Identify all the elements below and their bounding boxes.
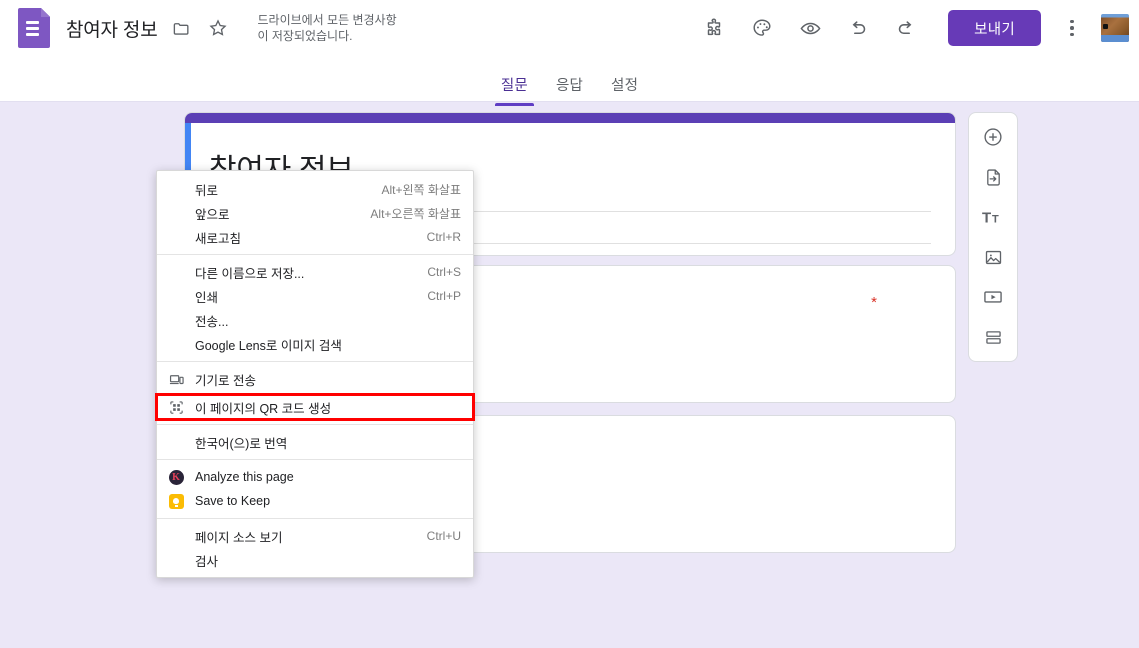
folder-icon[interactable]	[168, 15, 194, 41]
menu-item-shortcut: Ctrl+P	[407, 289, 461, 303]
title-text-icon[interactable]: T T	[973, 201, 1013, 233]
send-button[interactable]: 보내기	[948, 10, 1041, 46]
menu-forward[interactable]: 앞으로 Alt+오른쪽 화살표	[157, 201, 473, 225]
browser-context-menu[interactable]: 뒤로 Alt+왼쪽 화살표 앞으로 Alt+오른쪽 화살표 새로고침 Ctrl+…	[156, 170, 474, 578]
menu-separator	[157, 459, 473, 460]
menu-item-label: 페이지 소스 보기	[157, 527, 407, 546]
addons-puzzle-icon[interactable]	[695, 9, 733, 47]
undo-icon[interactable]	[839, 9, 877, 47]
qr-code-icon	[157, 400, 195, 415]
svg-text:T: T	[982, 210, 991, 227]
eye-icon[interactable]	[791, 9, 829, 47]
menu-separator	[157, 254, 473, 255]
menu-item-label: 다른 이름으로 저장...	[157, 263, 407, 282]
menu-search-with-lens[interactable]: Google Lens로 이미지 검색	[157, 332, 473, 356]
tab-responses[interactable]: 응답	[542, 66, 597, 106]
menu-separator	[157, 518, 473, 519]
page-title[interactable]: 참여자 정보	[66, 15, 157, 42]
palette-icon[interactable]	[743, 9, 781, 47]
kagi-k-icon: K	[157, 470, 195, 485]
svg-text:T: T	[992, 214, 999, 226]
menu-item-shortcut: Alt+왼쪽 화살표	[361, 181, 461, 198]
app-header: 참여자 정보 드라이브에서 모든 변경사항 이 저장되었습니다.	[0, 0, 1139, 102]
tab-settings[interactable]: 설정	[597, 66, 652, 106]
menu-save-to-keep[interactable]: Save to Keep	[157, 489, 473, 513]
import-questions-icon[interactable]	[973, 161, 1013, 193]
form-tabs: 질문 응답 설정	[0, 66, 1139, 106]
menu-item-shortcut: Alt+오른쪽 화살표	[350, 205, 461, 222]
menu-item-label: 새로고침	[157, 228, 407, 247]
menu-back[interactable]: 뒤로 Alt+왼쪽 화살표	[157, 177, 473, 201]
app-root: 참여자 정보 드라이브에서 모든 변경사항 이 저장되었습니다.	[0, 0, 1139, 648]
more-vert-icon[interactable]	[1055, 11, 1089, 45]
menu-create-qr-code[interactable]: 이 페이지의 QR 코드 생성	[157, 395, 473, 419]
header-left-group: 참여자 정보 드라이브에서 모든 변경사항 이 저장되었습니다.	[18, 8, 397, 48]
question-tools-toolbar: T T	[968, 112, 1018, 362]
menu-item-label: 앞으로	[157, 204, 350, 223]
menu-translate-to-korean[interactable]: 한국어(으)로 번역	[157, 430, 473, 454]
menu-print[interactable]: 인쇄 Ctrl+P	[157, 284, 473, 308]
image-icon[interactable]	[973, 241, 1013, 273]
menu-item-label: Google Lens로 이미지 검색	[157, 335, 441, 354]
devices-icon	[157, 372, 195, 387]
header-right-group: 보내기	[690, 9, 1129, 47]
menu-inspect[interactable]: 검사	[157, 548, 473, 572]
menu-item-shortcut: Ctrl+U	[407, 529, 461, 543]
menu-analyze-this-page[interactable]: K Analyze this page	[157, 465, 473, 489]
avatar[interactable]	[1101, 14, 1129, 42]
menu-item-label: 한국어(으)로 번역	[157, 433, 441, 452]
menu-cast[interactable]: 전송...	[157, 308, 473, 332]
required-asterisk: *	[871, 294, 877, 311]
menu-reload[interactable]: 새로고침 Ctrl+R	[157, 225, 473, 249]
menu-item-label: 인쇄	[157, 287, 407, 306]
menu-separator	[157, 424, 473, 425]
menu-item-shortcut: Ctrl+R	[407, 230, 461, 244]
menu-item-label: Save to Keep	[195, 494, 441, 508]
menu-item-shortcut: Ctrl+S	[407, 265, 461, 279]
menu-send-to-devices[interactable]: 기기로 전송	[157, 367, 473, 391]
keep-bulb-icon	[157, 494, 195, 509]
menu-item-label: 전송...	[157, 311, 441, 330]
add-circle-icon[interactable]	[973, 121, 1013, 153]
video-icon[interactable]	[973, 281, 1013, 313]
menu-save-as[interactable]: 다른 이름으로 저장... Ctrl+S	[157, 260, 473, 284]
menu-item-label: 이 페이지의 QR 코드 생성	[195, 398, 441, 417]
redo-icon[interactable]	[887, 9, 925, 47]
menu-item-label: 검사	[157, 551, 441, 570]
theme-color-bar	[185, 113, 955, 123]
menu-separator	[157, 361, 473, 362]
menu-item-label: 뒤로	[157, 180, 361, 199]
menu-item-label: 기기로 전송	[195, 370, 441, 389]
save-status-text: 드라이브에서 모든 변경사항 이 저장되었습니다.	[257, 12, 396, 44]
menu-view-page-source[interactable]: 페이지 소스 보기 Ctrl+U	[157, 524, 473, 548]
tab-questions[interactable]: 질문	[487, 66, 542, 106]
star-icon[interactable]	[205, 15, 231, 41]
section-icon[interactable]	[973, 321, 1013, 353]
menu-item-label: Analyze this page	[195, 470, 441, 484]
google-forms-icon	[18, 8, 50, 48]
